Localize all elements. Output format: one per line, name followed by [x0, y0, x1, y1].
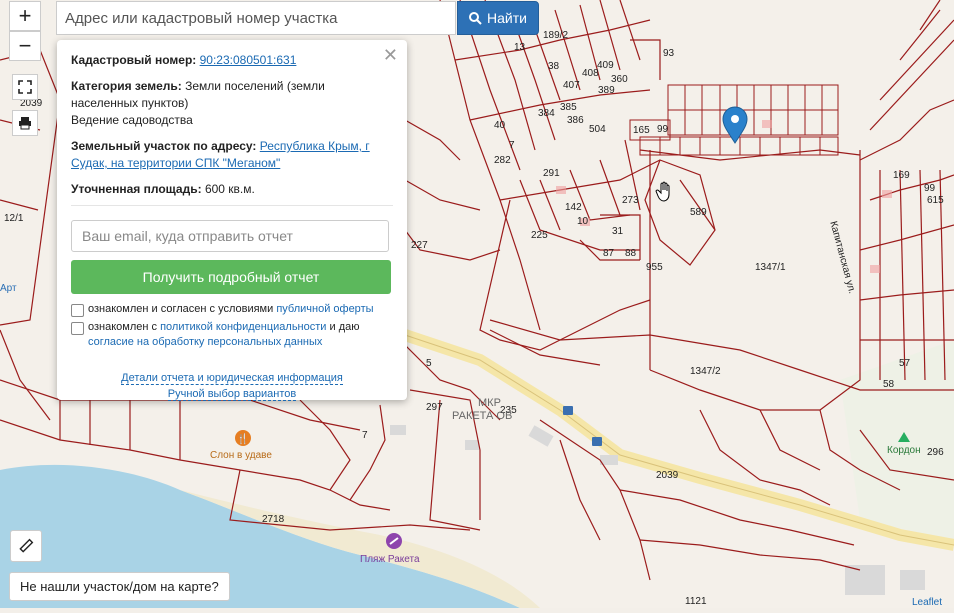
parcel-label: 7 [509, 140, 515, 151]
address-row: Земельный участок по адресу: Республика … [71, 138, 393, 172]
parcel-label: 12/1 [4, 213, 24, 224]
parcel-label: 2718 [262, 514, 285, 525]
address-label: Земельный участок по адресу: [71, 139, 257, 153]
privacy-text-a: ознакомлен с [88, 321, 158, 333]
not-found-button[interactable]: Не нашли участок/дом на карте? [9, 572, 230, 601]
parcel-label: 142 [565, 202, 582, 213]
parcel-label: 225 [531, 230, 548, 241]
land-use-value: Ведение садоводства [71, 113, 193, 127]
area-value: 600 кв.м. [204, 182, 255, 196]
parcel-label: 389 [598, 85, 615, 96]
parcel-label: 297 [426, 402, 443, 413]
expand-icon [18, 80, 32, 94]
parcel-label: 1347/2 [690, 366, 721, 377]
print-button[interactable] [12, 110, 38, 136]
parcel-label: 38 [548, 61, 560, 72]
zoom-out-button[interactable]: − [9, 31, 41, 61]
manual-selection-link[interactable]: Ручной выбор вариантов [167, 388, 297, 401]
not-found-label: Не нашли участок/дом на карте? [20, 579, 219, 594]
category-row: Категория земель: Земли поселений (земли… [71, 78, 393, 112]
parcel-label: 99 [657, 124, 669, 135]
ruler-icon [19, 538, 34, 553]
parcel-label: 93 [663, 48, 675, 59]
cadastral-number-link[interactable]: 90:23:080501:631 [200, 53, 297, 67]
parcel-label: 165 [633, 125, 650, 136]
parcel-label: 227 [411, 240, 428, 251]
personal-data-consent-link[interactable]: согласие на обработку персональных данны… [88, 336, 322, 348]
offer-consent-row: ознакомлен и согласен с условиями публич… [71, 302, 393, 317]
fullscreen-button[interactable] [12, 74, 38, 100]
parcel-label: 99 [924, 183, 936, 194]
details-row: Детали отчета и юридическая информация [71, 372, 393, 385]
category-label: Категория земель: [71, 79, 182, 93]
poi-label: Арт [0, 283, 17, 294]
email-field[interactable]: Ваш email, куда отправить отчет [71, 220, 389, 252]
parcel-label: 2039 [656, 470, 679, 481]
parcel-label: 87 [603, 248, 615, 259]
parcel-label: 386 [567, 115, 584, 126]
zoom-out-label: − [18, 33, 32, 58]
parcel-label: 5 [426, 358, 432, 369]
cadastral-row: Кадастровый номер: 90:23:080501:631 [71, 52, 393, 69]
parcel-label: 273 [622, 195, 639, 206]
poi-label: Пляж Ракета [360, 554, 420, 565]
parcel-label: 40 [494, 120, 506, 131]
parcel-label: 88 [625, 248, 637, 259]
parcel-label: 296 [927, 447, 944, 458]
get-report-label: Получить подробный отчет [142, 269, 320, 285]
cadastral-label: Кадастровый номер: [71, 53, 197, 67]
zoom-in-button[interactable]: + [9, 1, 41, 31]
search-placeholder: Адрес или кадастровый номер участка [65, 9, 338, 27]
offer-checkbox[interactable] [71, 304, 84, 317]
search-button-label: Найти [487, 10, 527, 26]
parcel-label: 31 [612, 226, 624, 237]
parcel-label: 58 [883, 379, 895, 390]
privacy-checkbox[interactable] [71, 322, 84, 335]
parcel-label: 589 [690, 207, 707, 218]
privacy-consent-row: ознакомлен с политикой конфиденциальност… [71, 320, 393, 350]
attribution-link[interactable]: Leaflet [912, 597, 942, 608]
parcel-label: 169 [893, 170, 910, 181]
parcel-label: 955 [646, 262, 663, 273]
poi-label: РАКЕТА ОВ [452, 410, 513, 422]
parcel-label: 407 [563, 80, 580, 91]
parcel-label: 10 [577, 216, 589, 227]
parcel-info-popup: ✕ Кадастровый номер: 90:23:080501:631 Ка… [57, 40, 407, 401]
privacy-policy-link[interactable]: политикой конфиденциальности [160, 321, 326, 333]
parcel-label: 7 [362, 430, 368, 441]
parcel-label: 57 [899, 358, 911, 369]
offer-consent-text: ознакомлен и согласен с условиями [88, 303, 274, 315]
parcel-label: 504 [589, 124, 606, 135]
parcel-label: 360 [611, 74, 628, 85]
poi-label: Слон в удаве [210, 450, 272, 461]
parcel-label: 189/2 [543, 30, 569, 41]
parcel-label: 1347/1 [755, 262, 786, 273]
search-icon [469, 11, 482, 25]
area-row: Уточненная площадь: 600 кв.м. [71, 181, 393, 198]
parcel-label: 13 [514, 42, 526, 53]
parcel-label: 384 [538, 108, 555, 119]
public-offer-link[interactable]: публичной оферты [276, 303, 373, 315]
report-details-link[interactable]: Детали отчета и юридическая информация [121, 372, 343, 385]
get-report-button[interactable]: Получить подробный отчет [71, 260, 391, 294]
close-icon[interactable]: ✕ [383, 45, 398, 66]
parcel-label: 282 [494, 155, 511, 166]
zoom-in-label: + [18, 3, 32, 28]
search-button[interactable]: Найти [457, 1, 539, 35]
search-input[interactable]: Адрес или кадастровый номер участка [56, 1, 456, 35]
measure-button[interactable] [10, 530, 42, 562]
poi-label: Кордон [887, 445, 921, 456]
parcel-label: 291 [543, 168, 560, 179]
svg-text:🍴: 🍴 [237, 432, 249, 445]
parcel-label: 409 [597, 60, 614, 71]
email-placeholder: Ваш email, куда отправить отчет [82, 228, 293, 244]
parcel-label: 1121 [685, 596, 707, 607]
manual-row: Ручной выбор вариантов [71, 388, 393, 401]
parcel-label: 615 [927, 195, 944, 206]
printer-icon [19, 117, 31, 130]
parcel-label: 385 [560, 102, 577, 113]
poi-label: МКР [478, 397, 501, 409]
area-label: Уточненная площадь: [71, 182, 202, 196]
privacy-text-b: и даю [329, 321, 360, 333]
